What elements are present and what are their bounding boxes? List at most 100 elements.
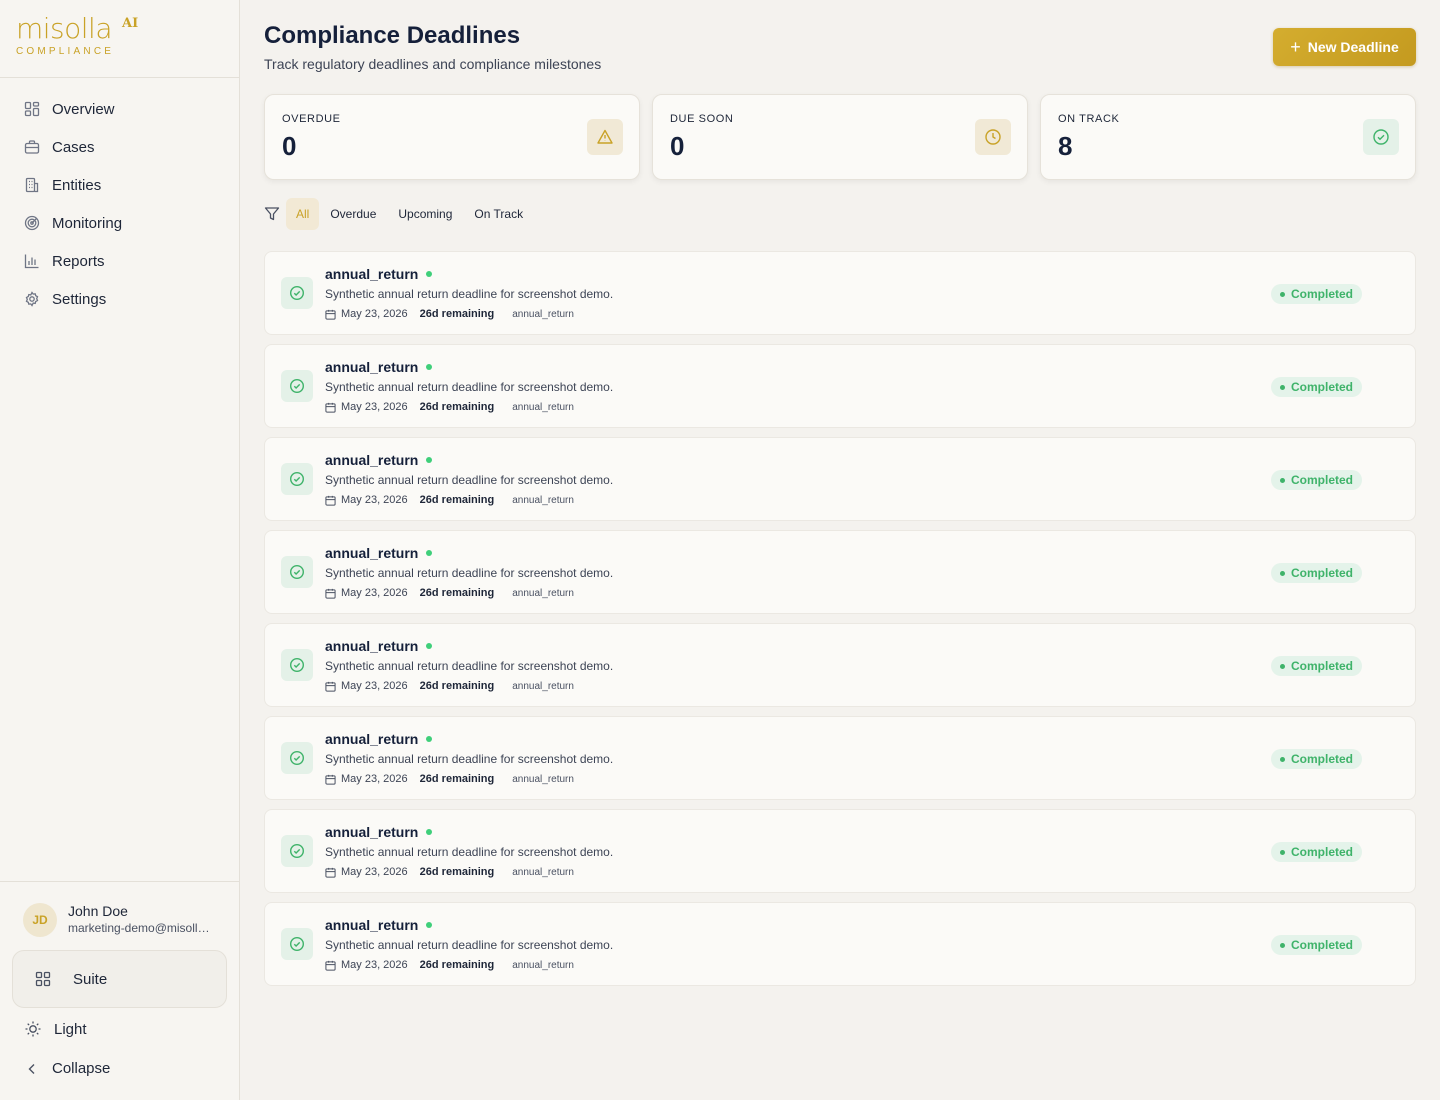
apps-grid-icon bbox=[35, 971, 51, 987]
deadline-row[interactable]: annual_return Synthetic annual return de… bbox=[264, 902, 1416, 986]
deadline-title: annual_return bbox=[325, 359, 419, 375]
deadline-description: Synthetic annual return deadline for scr… bbox=[325, 287, 614, 301]
deadline-list: annual_return Synthetic annual return de… bbox=[264, 251, 1416, 995]
main-content: Compliance Deadlines Track regulatory de… bbox=[240, 0, 1440, 1100]
deadline-type: annual_return bbox=[512, 680, 574, 692]
deadline-row[interactable]: annual_return Synthetic annual return de… bbox=[264, 530, 1416, 614]
status-badge-dot bbox=[1280, 849, 1285, 855]
filter-tab-upcoming[interactable]: Upcoming bbox=[387, 198, 463, 230]
deadline-title-row: annual_return bbox=[325, 266, 433, 282]
deadline-row[interactable]: annual_return Synthetic annual return de… bbox=[264, 623, 1416, 707]
status-dot bbox=[426, 457, 433, 463]
sidebar-item-reports[interactable]: Reports bbox=[0, 242, 239, 280]
status-badge-label: Completed bbox=[1291, 566, 1354, 580]
deadline-meta: May 23, 2026 26d remaining annual_return bbox=[325, 680, 574, 692]
sidebar-item-label: Cases bbox=[52, 138, 95, 156]
deadline-row[interactable]: annual_return Synthetic annual return de… bbox=[264, 344, 1416, 428]
grid-icon bbox=[24, 101, 40, 117]
status-badge: Completed bbox=[1271, 656, 1363, 676]
deadline-description: Synthetic annual return deadline for scr… bbox=[325, 380, 614, 394]
deadline-description: Synthetic annual return deadline for scr… bbox=[325, 752, 614, 766]
sidebar-nav: Overview Cases Entities Monitoring Repor… bbox=[0, 78, 239, 318]
status-badge: Completed bbox=[1271, 377, 1363, 397]
stat-label: OVERDUE bbox=[282, 113, 341, 125]
deadline-type: annual_return bbox=[512, 494, 574, 506]
user-email: marketing-demo@misolla.ai bbox=[68, 921, 214, 935]
deadline-description: Synthetic annual return deadline for scr… bbox=[325, 845, 614, 859]
calendar-icon bbox=[325, 495, 336, 506]
bar-chart-icon bbox=[24, 253, 40, 269]
deadline-title-row: annual_return bbox=[325, 731, 433, 747]
deadline-remaining: 26d remaining bbox=[419, 680, 495, 692]
sidebar-item-monitoring[interactable]: Monitoring bbox=[0, 204, 239, 242]
deadline-date: May 23, 2026 bbox=[341, 773, 408, 785]
status-badge-dot bbox=[1280, 942, 1285, 948]
deadline-meta: May 23, 2026 26d remaining annual_return bbox=[325, 587, 574, 599]
sidebar-item-cases[interactable]: Cases bbox=[0, 128, 239, 166]
deadline-row[interactable]: annual_return Synthetic annual return de… bbox=[264, 716, 1416, 800]
deadline-row[interactable]: annual_return Synthetic annual return de… bbox=[264, 251, 1416, 335]
filter-tab-overdue[interactable]: Overdue bbox=[319, 198, 387, 230]
collapse-button[interactable]: Collapse bbox=[24, 1060, 110, 1077]
deadline-title: annual_return bbox=[325, 917, 419, 933]
building-icon bbox=[24, 177, 40, 193]
chevron-left-icon bbox=[24, 1061, 40, 1077]
deadline-row[interactable]: annual_return Synthetic annual return de… bbox=[264, 809, 1416, 893]
deadline-meta: May 23, 2026 26d remaining annual_return bbox=[325, 866, 574, 878]
status-badge: Completed bbox=[1271, 935, 1363, 955]
theme-toggle[interactable]: Light bbox=[24, 1020, 87, 1038]
check-circle-icon bbox=[281, 835, 313, 867]
stat-label: DUE SOON bbox=[670, 113, 734, 125]
deadline-title-row: annual_return bbox=[325, 359, 433, 375]
status-badge-dot bbox=[1280, 570, 1285, 576]
check-circle-icon bbox=[281, 370, 313, 402]
warning-icon bbox=[587, 119, 623, 155]
suite-button[interactable]: Suite bbox=[12, 950, 227, 1008]
filter-bar: All Overdue Upcoming On Track bbox=[264, 198, 534, 230]
deadline-title: annual_return bbox=[325, 266, 419, 282]
sidebar-item-entities[interactable]: Entities bbox=[0, 166, 239, 204]
sidebar-item-label: Monitoring bbox=[52, 214, 123, 232]
calendar-icon bbox=[325, 774, 336, 785]
deadline-date: May 23, 2026 bbox=[341, 308, 408, 320]
deadline-remaining: 26d remaining bbox=[419, 866, 495, 878]
deadline-row[interactable]: annual_return Synthetic annual return de… bbox=[264, 437, 1416, 521]
sidebar-item-label: Settings bbox=[52, 290, 107, 308]
calendar-icon bbox=[325, 960, 336, 971]
stat-card-overdue: OVERDUE 0 bbox=[264, 94, 640, 180]
new-deadline-label: New Deadline bbox=[1307, 39, 1399, 55]
sidebar-item-overview[interactable]: Overview bbox=[0, 90, 239, 128]
deadline-date: May 23, 2026 bbox=[341, 680, 408, 692]
plus-icon: + bbox=[1290, 37, 1301, 57]
check-circle-icon bbox=[281, 928, 313, 960]
status-badge: Completed bbox=[1271, 470, 1363, 490]
deadline-title: annual_return bbox=[325, 731, 419, 747]
deadline-remaining: 26d remaining bbox=[419, 773, 495, 785]
brand-logo[interactable]: misolla AI COMPLIANCE bbox=[0, 0, 239, 78]
user-profile[interactable]: JD John Doe marketing-demo@misolla.ai bbox=[0, 882, 239, 937]
status-badge-label: Completed bbox=[1291, 938, 1354, 952]
filter-tab-all[interactable]: All bbox=[286, 198, 320, 230]
deadline-meta: May 23, 2026 26d remaining annual_return bbox=[325, 773, 574, 785]
check-circle-icon bbox=[281, 742, 313, 774]
brand-subtitle: COMPLIANCE bbox=[16, 46, 115, 57]
filter-tab-on-track[interactable]: On Track bbox=[463, 198, 534, 230]
deadline-title: annual_return bbox=[325, 824, 419, 840]
deadline-title-row: annual_return bbox=[325, 545, 433, 561]
clock-icon bbox=[975, 119, 1011, 155]
status-dot bbox=[426, 271, 433, 277]
deadline-title-row: annual_return bbox=[325, 638, 433, 654]
sidebar: misolla AI COMPLIANCE Overview Cases Ent… bbox=[0, 0, 240, 1100]
deadline-remaining: 26d remaining bbox=[419, 959, 495, 971]
sidebar-item-settings[interactable]: Settings bbox=[0, 280, 239, 318]
status-dot bbox=[426, 829, 433, 835]
deadline-type: annual_return bbox=[512, 308, 574, 320]
status-badge-label: Completed bbox=[1291, 287, 1354, 301]
sidebar-item-label: Overview bbox=[52, 100, 115, 118]
status-badge-label: Completed bbox=[1291, 473, 1354, 487]
new-deadline-button[interactable]: + New Deadline bbox=[1273, 28, 1416, 66]
deadline-type: annual_return bbox=[512, 587, 574, 599]
stat-value: 8 bbox=[1058, 131, 1073, 161]
status-badge-label: Completed bbox=[1291, 380, 1354, 394]
calendar-icon bbox=[325, 588, 336, 599]
